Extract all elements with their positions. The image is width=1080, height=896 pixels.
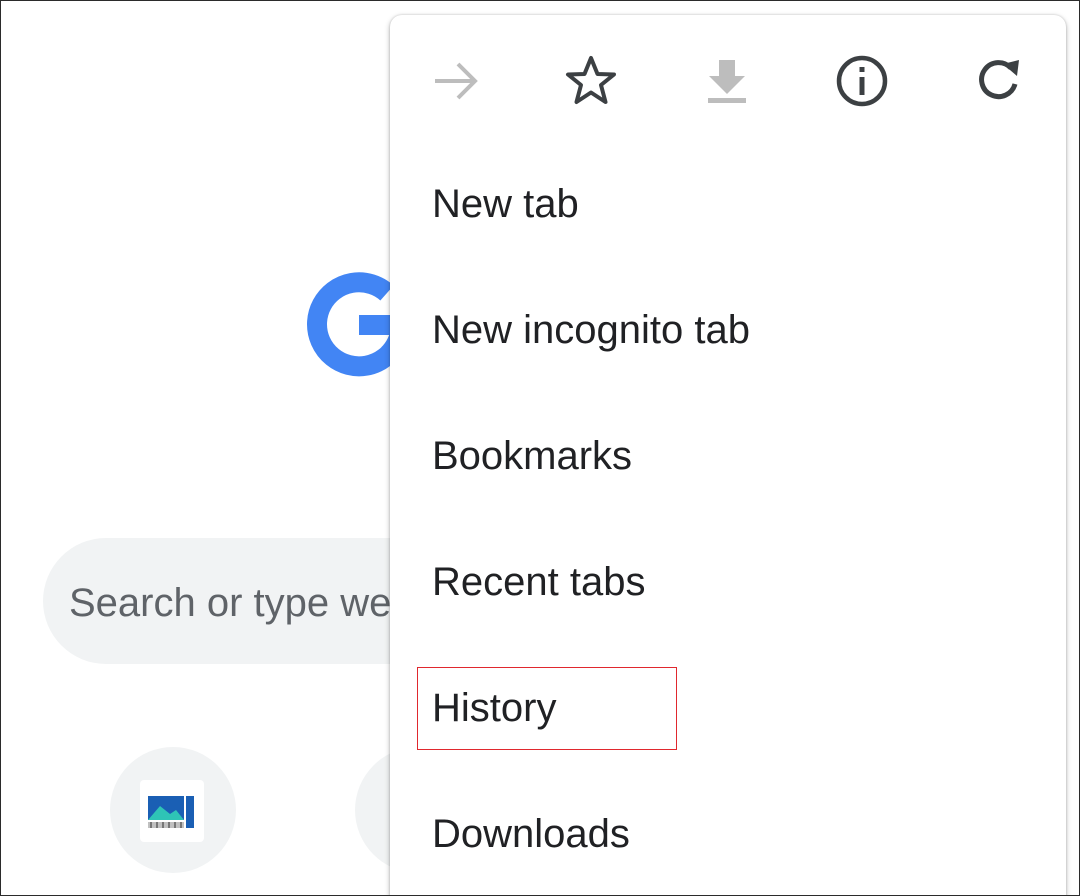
menu-item-new-tab[interactable]: New tab [390, 142, 1066, 268]
menu-item-label: Downloads [432, 812, 630, 856]
search-placeholder: Search or type we [69, 581, 392, 625]
info-icon [836, 55, 888, 107]
menu-item-label: Bookmarks [432, 434, 633, 478]
bookmark-button[interactable] [561, 53, 621, 109]
refresh-icon [979, 60, 1019, 100]
download-button[interactable] [697, 53, 757, 109]
shortcut-tile-news[interactable] [110, 747, 236, 873]
history-highlight-box [417, 667, 677, 750]
browser-window: Search or type we New tab New incognito … [0, 0, 1080, 896]
forward-button[interactable] [426, 53, 486, 109]
news-icon [140, 780, 204, 842]
page-info-button[interactable] [832, 53, 892, 109]
reload-button[interactable] [968, 53, 1028, 109]
menu-item-new-incognito-tab[interactable]: New incognito tab [390, 268, 1066, 394]
star-outline-icon [566, 56, 616, 104]
menu-item-bookmarks[interactable]: Bookmarks [390, 394, 1066, 520]
menu-item-recent-tabs[interactable]: Recent tabs [390, 520, 1066, 646]
menu-item-label: New incognito tab [432, 308, 750, 352]
overflow-menu: New tab New incognito tab Bookmarks Rece… [390, 15, 1066, 895]
menu-toolbar [390, 15, 1066, 145]
menu-item-downloads[interactable]: Downloads [390, 772, 1066, 895]
download-icon [708, 60, 746, 103]
menu-item-label: Recent tabs [432, 560, 646, 604]
arrow-right-icon [435, 62, 478, 100]
menu-item-label: New tab [432, 182, 579, 226]
